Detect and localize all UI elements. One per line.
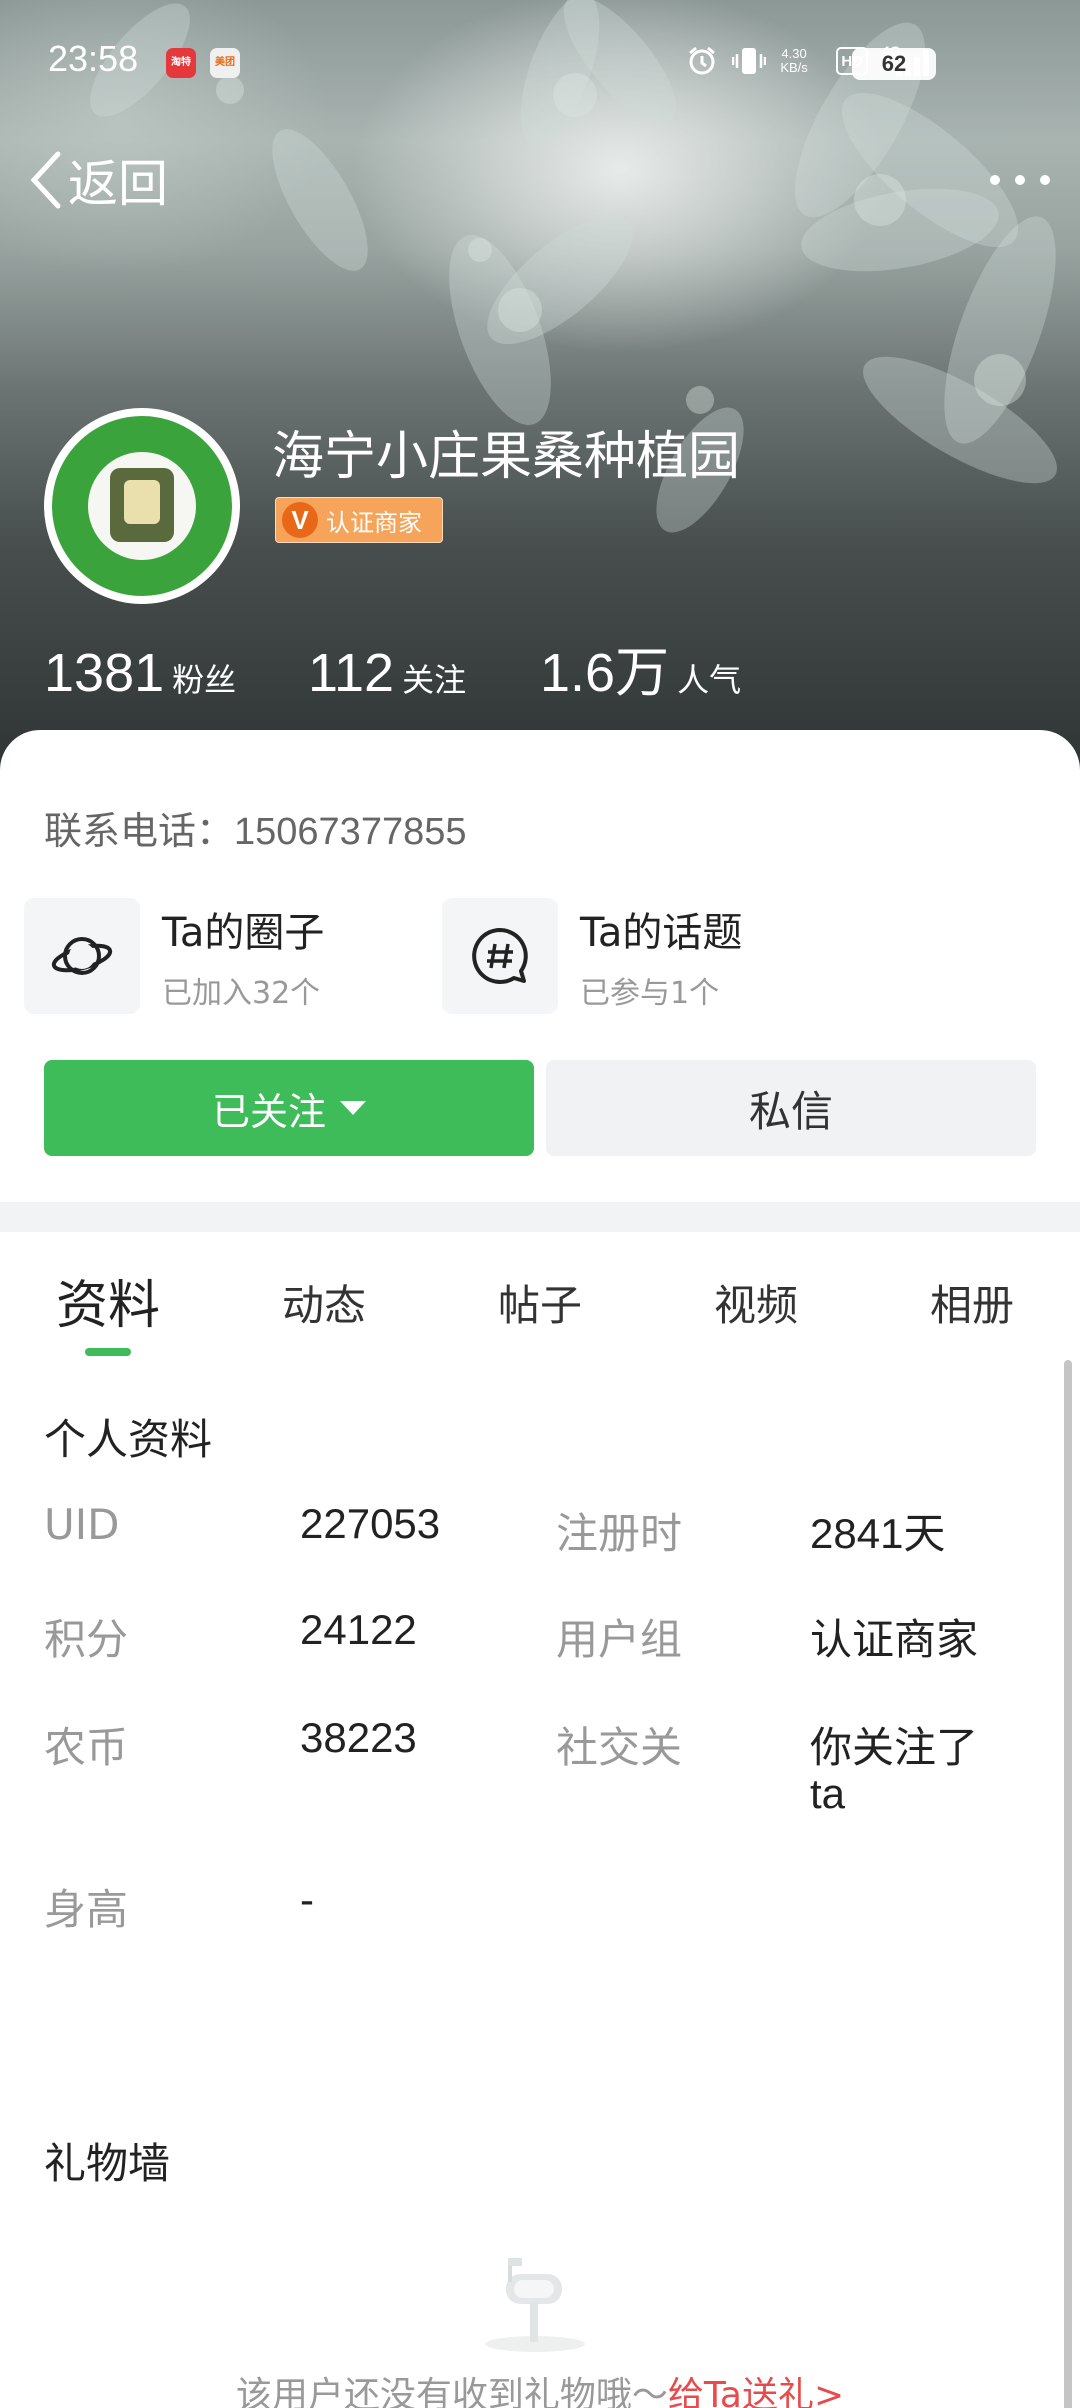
info-key-uid: UID <box>44 1500 120 1549</box>
gift-empty-text: 该用户还没有收到礼物哦～ <box>235 2375 668 2408</box>
info-value-social-line2: ta <box>810 1770 846 1817</box>
stat-number: 112 <box>308 643 395 703</box>
profile-content-card: 联系电话：15067377855 Ta的圈子 已加入32个 Ta的话题 已参与1… <box>0 730 1080 2408</box>
more-options-button[interactable] <box>990 160 1050 200</box>
more-dot-icon <box>1040 175 1050 185</box>
info-key-registered: 注册时 <box>556 1509 683 1558</box>
info-key-height: 身高 <box>44 1885 129 1934</box>
avatar[interactable] <box>44 408 240 604</box>
info-value-social: 你关注了 <box>810 1724 979 1771</box>
gift-empty-message: 该用户还没有收到礼物哦～给Ta送礼> <box>0 2366 1080 2408</box>
scrollbar[interactable] <box>1064 1360 1072 2408</box>
info-value-coins: 38223 <box>300 1714 417 1761</box>
info-value-points: 24122 <box>300 1606 417 1653</box>
stat-following[interactable]: 112 关注 <box>308 642 540 704</box>
tab-videos[interactable]: 视频 <box>676 1266 836 1346</box>
back-button[interactable]: 返回 <box>28 148 168 213</box>
stat-label: 人气 <box>677 661 742 699</box>
alarm-icon <box>686 44 718 78</box>
stat-number: 1381 <box>44 643 165 703</box>
hashtag-bubble-icon <box>442 898 558 1014</box>
info-value-uid: 227053 <box>300 1500 441 1547</box>
contact-phone-label: 联系电话： <box>44 809 235 853</box>
stat-popularity: 1.6万 人气 <box>540 628 741 707</box>
info-key-points: 积分 <box>44 1615 129 1664</box>
info-key-coins: 农币 <box>44 1723 129 1772</box>
entry-title: Ta的圈子 <box>162 910 325 956</box>
dropdown-caret-icon <box>340 1101 366 1115</box>
taote-app-icon: 淘特 <box>166 48 196 78</box>
tab-profile[interactable]: 资料 <box>28 1266 188 1346</box>
personal-info-title: 个人资料 <box>44 1415 213 1464</box>
avatar-logo-image <box>52 416 232 596</box>
badge-label: 认证商家 <box>326 508 422 537</box>
back-label: 返回 <box>68 155 168 213</box>
private-message-label: 私信 <box>748 1086 833 1136</box>
tab-posts[interactable]: 帖子 <box>460 1266 620 1346</box>
tab-activity[interactable]: 动态 <box>244 1266 404 1346</box>
entry-title: Ta的话题 <box>580 910 743 956</box>
user-name: 海宁小庄果桑种植园 <box>272 427 741 487</box>
planet-icon <box>24 898 140 1014</box>
net-speed: 4.30 KB/s <box>780 46 808 75</box>
active-tab-indicator <box>85 1348 131 1356</box>
stat-fans[interactable]: 1381 粉丝 <box>44 642 308 704</box>
contact-phone-row[interactable]: 联系电话：15067377855 <box>44 800 467 855</box>
entry-subtitle: 已参与1个 <box>580 976 720 1011</box>
stat-label: 粉丝 <box>172 661 237 699</box>
tab-albums[interactable]: 相册 <box>892 1266 1052 1346</box>
status-bar: 23:58 淘特 美团 4.30 KB/s HD 4G 62 <box>0 30 1080 94</box>
private-message-button[interactable]: 私信 <box>546 1060 1036 1156</box>
meituan-app-icon: 美团 <box>210 48 240 78</box>
profile-tabs: 资料 动态 帖子 视频 相册 <box>0 1266 1080 1356</box>
contact-phone-value: 15067377855 <box>234 811 467 853</box>
topics-entry[interactable]: Ta的话题 已参与1个 <box>442 898 742 1014</box>
circles-entry[interactable]: Ta的圈子 已加入32个 <box>24 898 324 1014</box>
vibrate-icon <box>732 44 767 78</box>
section-divider <box>0 1202 1080 1232</box>
back-chevron-icon <box>30 151 61 209</box>
more-dot-icon <box>1015 175 1025 185</box>
battery-level: 62 <box>852 48 936 80</box>
gift-wall-title: 礼物墙 <box>44 2139 171 2188</box>
info-value-user-group: 认证商家 <box>810 1616 979 1663</box>
info-value-height: - <box>300 1876 314 1923</box>
stat-label: 关注 <box>402 661 467 699</box>
send-gift-link[interactable]: 给Ta送礼> <box>668 2375 844 2408</box>
followed-button[interactable]: 已关注 <box>44 1060 534 1156</box>
info-key-user-group: 用户组 <box>556 1615 683 1664</box>
followed-label: 已关注 <box>211 1089 326 1134</box>
verified-merchant-badge: V 认证商家 <box>275 497 443 543</box>
empty-mailbox-icon <box>470 2252 600 2360</box>
verified-v-icon: V <box>282 502 318 538</box>
stat-number: 1.6万 <box>540 643 670 703</box>
entry-subtitle: 已加入32个 <box>162 976 321 1011</box>
more-dot-icon <box>990 175 1000 185</box>
info-value-registered: 2841天 <box>810 1510 946 1557</box>
profile-stats: 1381 粉丝 112 关注 1.6万 人气 <box>44 628 741 707</box>
info-key-social: 社交关 <box>556 1723 683 1772</box>
status-time: 23:58 <box>48 38 139 79</box>
